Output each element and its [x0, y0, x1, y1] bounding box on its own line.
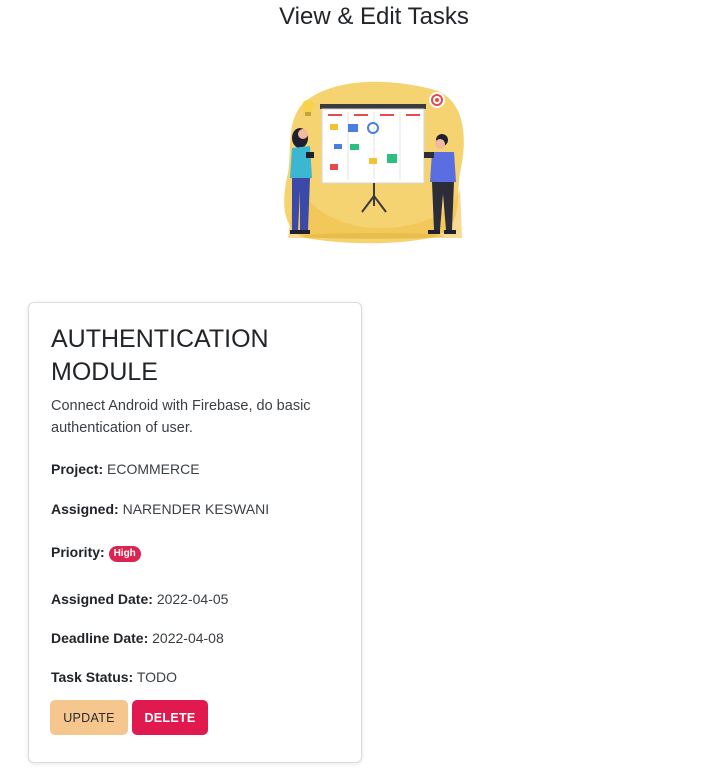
priority-badge: High [108, 546, 141, 562]
task-board-illustration [270, 78, 470, 246]
page-title: View & Edit Tasks [279, 3, 469, 30]
deadline-date-label: Deadline Date: [51, 630, 149, 646]
delete-button[interactable]: DELETE [132, 700, 208, 735]
assigned-date-label: Assigned Date: [51, 591, 153, 607]
priority-label: Priority: [51, 544, 105, 560]
project-field: Project: ECOMMERCE [51, 459, 200, 479]
task-description: Connect Android with Firebase, do basic … [51, 398, 311, 436]
update-button[interactable]: UPDATE [50, 700, 128, 735]
deadline-date-value: 2022-04-08 [152, 630, 224, 646]
task-status-value: TODO [136, 669, 178, 685]
project-label: Project: [51, 461, 104, 477]
task-title: AUTHENTICATION MODULE [51, 325, 269, 386]
assigned-field: Assigned: NARENDER KESWANI [51, 499, 269, 519]
assigned-label: Assigned: [51, 501, 119, 517]
assigned-date-field: Assigned Date: 2022-04-05 [51, 589, 228, 609]
task-status-field: Task Status: TODO [51, 667, 177, 687]
task-status-label: Task Status: [51, 669, 134, 685]
assigned-value: NARENDER KESWANI [122, 501, 270, 517]
page: View & Edit Tasks AUTHENTICATION MODULE … [0, 0, 716, 782]
priority-field: Priority: High [51, 542, 141, 562]
project-value: ECOMMERCE [107, 461, 200, 477]
deadline-date-field: Deadline Date: 2022-04-08 [51, 628, 224, 648]
assigned-date-value: 2022-04-05 [156, 591, 229, 607]
task-card: AUTHENTICATION MODULE Connect Android wi… [28, 302, 362, 763]
